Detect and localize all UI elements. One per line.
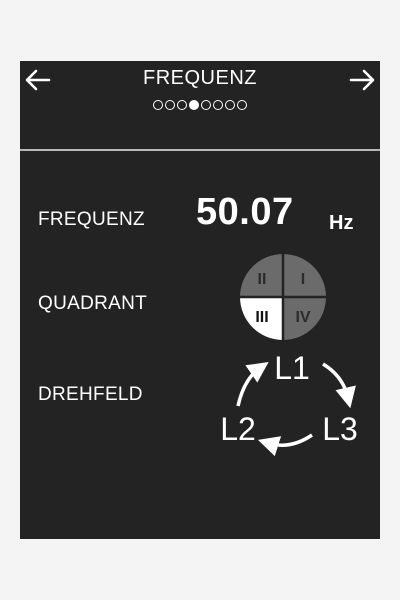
phase-L1-text: L1 (274, 350, 310, 386)
page-dot (201, 100, 211, 110)
page-dot (213, 100, 223, 110)
frequency-unit: Hz (329, 212, 354, 234)
page-indicator (20, 100, 380, 110)
rotation-arrow-L1-L3 (322, 362, 356, 409)
quadrant-III-text: III (255, 309, 268, 326)
page-dot (153, 100, 163, 110)
page-dot (237, 100, 247, 110)
page-dot (177, 100, 187, 110)
frequency-value: 50.07 (196, 191, 294, 233)
phase-L2-text: L2 (220, 411, 256, 447)
device-screen: FREQUENZ FREQUENZ 50.07 Hz QUADRANT II I… (20, 61, 380, 539)
rotation-label: DREHFELD (38, 384, 143, 405)
quadrant-label: QUADRANT (38, 293, 148, 314)
page-title: FREQUENZ (143, 67, 257, 89)
quadrant-indicator: II I III IV (240, 254, 326, 340)
phase-L3-text: L3 (322, 411, 358, 447)
quadrant-I-text: I (301, 271, 305, 288)
arrow-right-icon[interactable] (347, 65, 377, 95)
phase-rotation-indicator: L1 L2 L3 (210, 346, 370, 457)
page-dot (225, 100, 235, 110)
rotation-arrow-L2-L1 (236, 362, 269, 407)
frequency-label: FREQUENZ (38, 209, 145, 230)
page-dot (189, 100, 199, 110)
rotation-arrow-L3-L2 (257, 433, 313, 457)
quadrant-IV-text: IV (295, 309, 310, 326)
header-divider (20, 149, 380, 151)
header: FREQUENZ (20, 61, 380, 149)
page-dot (165, 100, 175, 110)
quadrant-II-text: II (258, 271, 267, 288)
